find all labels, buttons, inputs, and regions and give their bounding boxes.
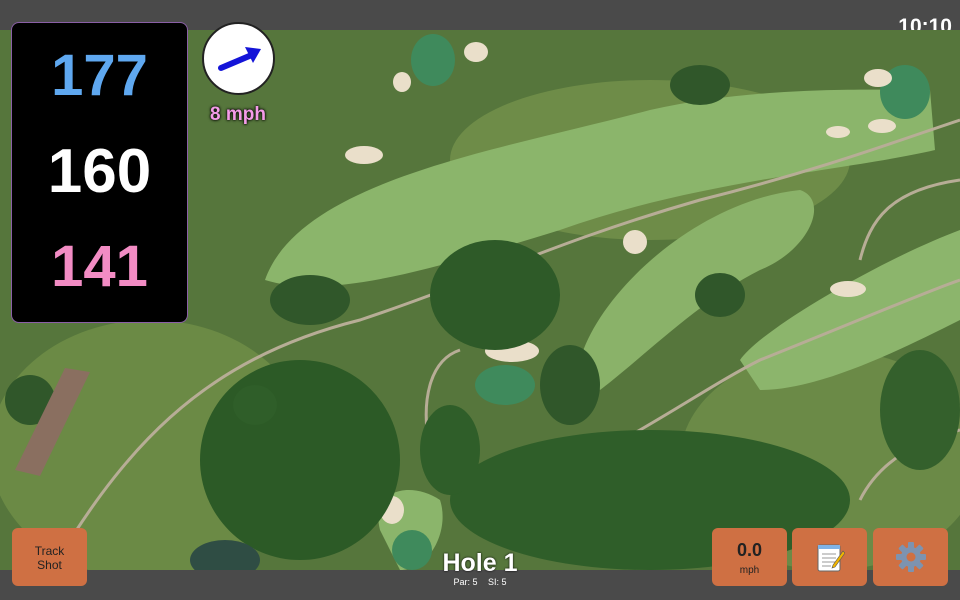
wind-speed: 8 mph	[210, 104, 266, 125]
back-of-green-distance: 177	[51, 43, 148, 108]
hole-stroke-index: SI: 5	[488, 577, 507, 587]
speed-unit: mph	[739, 565, 760, 576]
speed-value: 0.0	[736, 540, 763, 560]
speed-button[interactable]: 0.0 mph	[712, 528, 787, 586]
gear-icon	[895, 542, 926, 572]
track-shot-label-line2: Shot	[37, 558, 62, 572]
hole-title: Hole 1	[442, 549, 518, 577]
track-shot-label-line1: Track	[34, 544, 65, 558]
middle-of-green-distance: 160	[47, 137, 152, 206]
settings-button[interactable]	[873, 528, 948, 586]
wind-direction-indicator	[202, 22, 275, 95]
front-of-green-distance: 141	[51, 234, 148, 299]
hole-info: Par: 5 SI: 5	[380, 577, 580, 587]
track-shot-button[interactable]: Track Shot	[12, 528, 87, 586]
notes-button[interactable]	[792, 528, 867, 586]
wind-arrow-icon	[218, 47, 261, 71]
notepad-icon	[817, 544, 845, 572]
hole-par: Par: 5	[453, 577, 478, 587]
distance-panel: 177 160 141	[11, 22, 188, 323]
